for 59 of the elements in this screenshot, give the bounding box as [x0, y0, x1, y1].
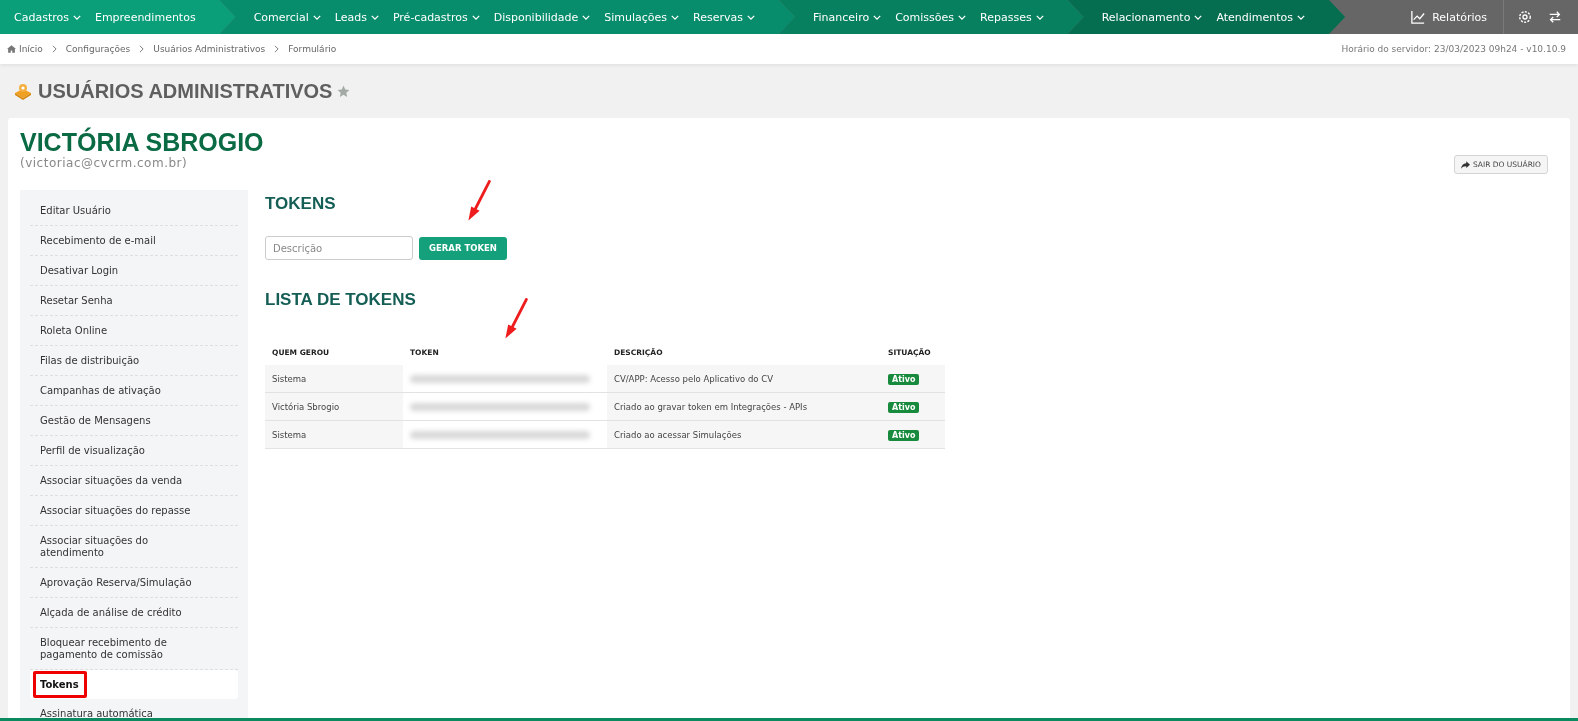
nav-menu-item[interactable]: Disponibilidade: [493, 10, 591, 24]
sidebar-item[interactable]: Gestão de Mensagens: [30, 406, 238, 436]
sidebar-item[interactable]: Filas de distribuição: [30, 346, 238, 376]
sidebar-item[interactable]: Associar situações da venda: [30, 466, 238, 496]
line-chart-icon: [1411, 10, 1426, 24]
user-email: (victoriac@cvcrm.com.br): [20, 156, 189, 170]
nav-menu-item[interactable]: Atendimentos: [1216, 10, 1306, 24]
nav-menu-item[interactable]: Relacionamento: [1101, 10, 1203, 24]
sidebar-item[interactable]: Recebimento de e-mail: [30, 226, 238, 256]
breadcrumb-link[interactable]: Início: [19, 44, 43, 54]
table-cell: Criado ao acessar Simulações: [607, 420, 881, 449]
sidebar-item[interactable]: Resetar Senha: [30, 286, 238, 316]
nav-menu-item[interactable]: Empreendimentos: [94, 10, 196, 24]
sidebar-item[interactable]: Alçada de análise de crédito: [30, 598, 238, 628]
sidebar-item[interactable]: Roleta Online: [30, 316, 238, 346]
server-time: Horário do servidor: 23/03/2023 09h24 - v10.10.9: [1341, 44, 1566, 54]
status-badge: Ativo: [888, 429, 920, 441]
star-icon[interactable]: [337, 84, 351, 98]
nav-menu-item[interactable]: Simulações: [604, 10, 680, 24]
breadcrumb-link[interactable]: Usuários Administrativos: [153, 44, 266, 54]
generate-token-button[interactable]: GERAR TOKEN: [419, 236, 507, 260]
table-cell: Criado ao gravar token em Integrações - APIs: [607, 392, 881, 421]
breadcrumb-link[interactable]: Formulário: [288, 44, 337, 54]
description-field[interactable]: Descrição: [265, 236, 413, 260]
table-cell: CV/APP: Acesso pelo Aplicativo do CV: [607, 365, 881, 393]
nav-menu-item[interactable]: Cadastros: [14, 10, 81, 24]
table-cell: Sistema: [265, 420, 403, 449]
swap-arrows-icon[interactable]: [1548, 10, 1562, 24]
nav-menu-item[interactable]: Pré-cadastros: [392, 10, 480, 24]
page-title: USUÁRIOS ADMINISTRATIVOS: [38, 79, 333, 103]
sidebar-item[interactable]: Campanhas de ativação: [30, 376, 238, 406]
status-badge: Ativo: [888, 401, 920, 413]
nav-menu-item[interactable]: Leads: [334, 10, 379, 24]
chevron-right-icon: [139, 45, 145, 53]
nav-menu-item[interactable]: Comercial: [253, 10, 321, 24]
section-title: LISTA DE TOKENS: [265, 290, 417, 310]
table-cell: Sistema: [265, 365, 403, 393]
reports-link[interactable]: Relatórios: [1411, 10, 1487, 24]
nav-menu-item[interactable]: Reservas: [693, 10, 755, 24]
sidebar-item[interactable]: Tokens: [30, 670, 238, 699]
chevron-right-icon: [274, 45, 280, 53]
section-title: TOKENS: [265, 194, 337, 214]
nav-menu-item[interactable]: Repasses: [980, 10, 1044, 24]
table-cell: Victória Sbrogio: [265, 392, 403, 421]
nav-menu-item[interactable]: Financeiro: [813, 10, 882, 24]
nav-menu-item[interactable]: Comissões: [895, 10, 967, 24]
user-name: VICTÓRIA SBROGIO: [20, 128, 264, 156]
status-badge: Ativo: [888, 373, 920, 385]
home-icon: [7, 45, 16, 53]
sidebar-item[interactable]: Desativar Login: [30, 256, 238, 286]
sidebar-item[interactable]: Editar Usuário: [30, 196, 238, 226]
share-arrow-icon: [1460, 160, 1470, 169]
settings-icon[interactable]: [1518, 10, 1532, 24]
chevron-right-icon: [51, 45, 57, 53]
breadcrumb-link[interactable]: Configurações: [65, 44, 131, 54]
sidebar-item[interactable]: Aprovação Reserva/Simulação: [30, 568, 238, 598]
sidebar-item[interactable]: Associar situações do atendimento: [30, 526, 238, 568]
sidebar-item[interactable]: Associar situações do repasse: [30, 496, 238, 526]
sidebar-item[interactable]: Perfil de visualização: [30, 436, 238, 466]
